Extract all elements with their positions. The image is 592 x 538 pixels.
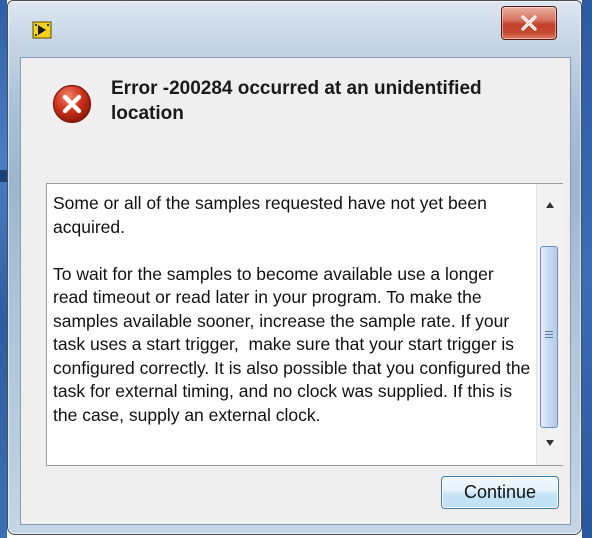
- error-message-box[interactable]: Some or all of the samples requested hav…: [46, 183, 563, 466]
- error-message-text: Some or all of the samples requested hav…: [53, 193, 531, 425]
- error-icon: [52, 84, 92, 124]
- error-dialog-window: Error -200284 occurred at an unidentifie…: [7, 0, 582, 535]
- dialog-client-area: Error -200284 occurred at an unidentifie…: [20, 57, 571, 525]
- close-icon: [521, 15, 537, 31]
- error-title: Error -200284 occurred at an unidentifie…: [111, 78, 482, 124]
- background-desktop-right: [582, 0, 592, 538]
- scroll-down-arrow-icon[interactable]: [545, 439, 555, 447]
- vertical-scrollbar[interactable]: [536, 184, 563, 465]
- scrollbar-thumb[interactable]: [540, 246, 558, 428]
- scroll-up-arrow-icon[interactable]: [545, 201, 555, 209]
- background-desktop-left: [0, 0, 7, 538]
- close-button[interactable]: [501, 6, 557, 40]
- labview-vi-icon[interactable]: [32, 21, 52, 39]
- continue-button[interactable]: Continue: [441, 476, 559, 509]
